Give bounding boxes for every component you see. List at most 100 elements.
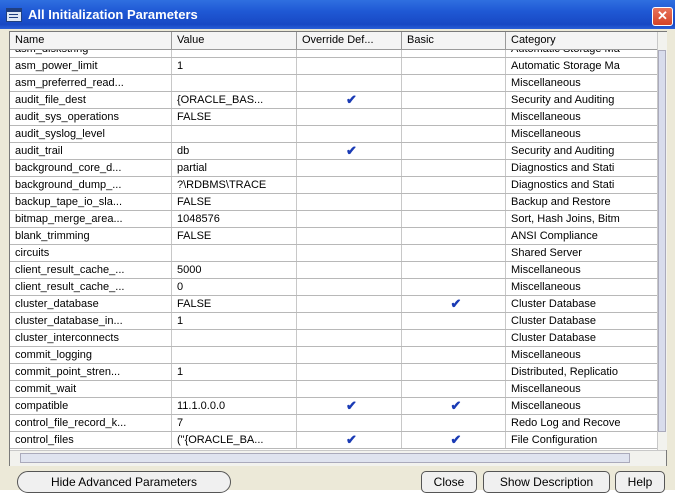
basic-cell[interactable] [402,313,506,329]
override-default-cell[interactable] [297,330,402,346]
basic-cell[interactable] [402,177,506,193]
name-cell[interactable]: asm_diskstring [10,50,172,57]
name-cell[interactable]: audit_sys_operations [10,109,172,125]
value-cell[interactable]: 1 [172,58,297,74]
basic-cell[interactable] [402,58,506,74]
name-cell[interactable]: client_result_cache_... [10,262,172,278]
basic-cell[interactable] [402,50,506,57]
name-cell[interactable]: commit_point_stren... [10,364,172,380]
category-cell[interactable]: Cluster Database [506,313,657,329]
value-cell[interactable]: FALSE [172,194,297,210]
category-cell[interactable]: Automatic Storage Ma [506,50,657,57]
override-default-cell[interactable] [297,126,402,142]
table-row[interactable]: asm_preferred_read... Miscellaneous [10,75,657,92]
category-cell[interactable]: Cluster Database [506,296,657,312]
basic-cell[interactable] [402,262,506,278]
category-cell[interactable]: Shared Server [506,245,657,261]
value-cell[interactable]: 1048576 [172,211,297,227]
table-row[interactable]: audit_file_dest {ORACLE_BAS... ✔ Security a… [10,92,657,109]
category-cell[interactable]: Miscellaneous [506,126,657,142]
basic-cell[interactable]: ✔ [402,398,506,414]
value-cell[interactable]: 7 [172,415,297,431]
basic-cell[interactable] [402,160,506,176]
table-row[interactable]: compatible 11.1.0.0.0 ✔ ✔ Miscellaneous [10,398,657,415]
basic-cell[interactable] [402,228,506,244]
value-cell[interactable]: FALSE [172,228,297,244]
basic-cell[interactable] [402,75,506,91]
name-cell[interactable]: cluster_database [10,296,172,312]
name-cell[interactable]: commit_wait [10,381,172,397]
name-cell[interactable]: background_dump_... [10,177,172,193]
basic-cell[interactable] [402,415,506,431]
value-cell[interactable] [172,50,297,57]
name-cell[interactable]: audit_trail [10,143,172,159]
category-cell[interactable]: Security and Auditing [506,143,657,159]
name-cell[interactable]: control_files [10,432,172,448]
override-default-cell[interactable]: ✔ [297,432,402,448]
column-header-basic[interactable]: Basic [402,32,506,49]
horizontal-scroll-thumb[interactable] [20,453,630,463]
title-bar[interactable]: All Initialization Parameters ✕ [0,0,675,29]
name-cell[interactable]: circuits [10,245,172,261]
table-row[interactable]: cluster_database FALSE ✔ Cluster Database [10,296,657,313]
name-cell[interactable]: cluster_interconnects [10,330,172,346]
value-cell[interactable]: {ORACLE_BAS... [172,92,297,108]
table-row[interactable]: control_files ("{ORACLE_BA... ✔ ✔ File Confi… [10,432,657,449]
table-row[interactable]: client_result_cache_... 0 Miscellaneous [10,279,657,296]
basic-cell[interactable] [402,347,506,363]
override-default-cell[interactable] [297,228,402,244]
category-cell[interactable]: Distributed, Replicatio [506,364,657,380]
vertical-scroll-thumb[interactable] [658,50,666,432]
override-default-cell[interactable]: ✔ [297,398,402,414]
table-row[interactable]: background_dump_... ?\RDBMS\TRACE Diagnost… [10,177,657,194]
table-row[interactable]: audit_sys_operations FALSE Miscellaneous [10,109,657,126]
basic-cell[interactable] [402,245,506,261]
category-cell[interactable]: Miscellaneous [506,279,657,295]
name-cell[interactable]: bitmap_merge_area... [10,211,172,227]
category-cell[interactable]: Miscellaneous [506,75,657,91]
value-cell[interactable]: 5000 [172,262,297,278]
horizontal-scrollbar[interactable] [10,450,666,466]
table-row[interactable]: audit_trail db ✔ Security and Auditing [10,143,657,160]
category-cell[interactable]: Sort, Hash Joins, Bitm [506,211,657,227]
name-cell[interactable]: background_core_d... [10,160,172,176]
value-cell[interactable]: 11.1.0.0.0 [172,398,297,414]
basic-cell[interactable] [402,109,506,125]
category-cell[interactable]: Automatic Storage Ma [506,58,657,74]
override-default-cell[interactable] [297,262,402,278]
category-cell[interactable]: Backup and Restore [506,194,657,210]
category-cell[interactable]: Cluster Database [506,330,657,346]
basic-cell[interactable] [402,364,506,380]
name-cell[interactable]: audit_file_dest [10,92,172,108]
value-cell[interactable]: db [172,143,297,159]
category-cell[interactable]: Redo Log and Recove [506,415,657,431]
category-cell[interactable]: Miscellaneous [506,109,657,125]
basic-cell[interactable] [402,126,506,142]
name-cell[interactable]: commit_logging [10,347,172,363]
category-cell[interactable]: Miscellaneous [506,381,657,397]
override-default-cell[interactable] [297,279,402,295]
override-default-cell[interactable] [297,313,402,329]
name-cell[interactable]: client_result_cache_... [10,279,172,295]
name-cell[interactable]: blank_trimming [10,228,172,244]
table-row[interactable]: background_core_d... partial Diagnostics a… [10,160,657,177]
name-cell[interactable]: asm_preferred_read... [10,75,172,91]
column-header-value[interactable]: Value [172,32,297,49]
basic-cell[interactable] [402,381,506,397]
value-cell[interactable] [172,347,297,363]
override-default-cell[interactable] [297,50,402,57]
table-row[interactable]: commit_point_stren... 1 Distributed, Repli… [10,364,657,381]
table-row[interactable]: control_file_record_k... 7 Redo Log and Re… [10,415,657,432]
column-header-override-default[interactable]: Override Def... [297,32,402,49]
value-cell[interactable] [172,126,297,142]
name-cell[interactable]: asm_power_limit [10,58,172,74]
basic-cell[interactable] [402,211,506,227]
name-cell[interactable]: compatible [10,398,172,414]
value-cell[interactable]: 1 [172,364,297,380]
value-cell[interactable]: ?\RDBMS\TRACE [172,177,297,193]
table-row[interactable]: commit_logging Miscellaneous [10,347,657,364]
value-cell[interactable] [172,381,297,397]
value-cell[interactable] [172,245,297,261]
table-row[interactable]: asm_power_limit 1 Automatic Storage Ma [10,58,657,75]
override-default-cell[interactable] [297,75,402,91]
